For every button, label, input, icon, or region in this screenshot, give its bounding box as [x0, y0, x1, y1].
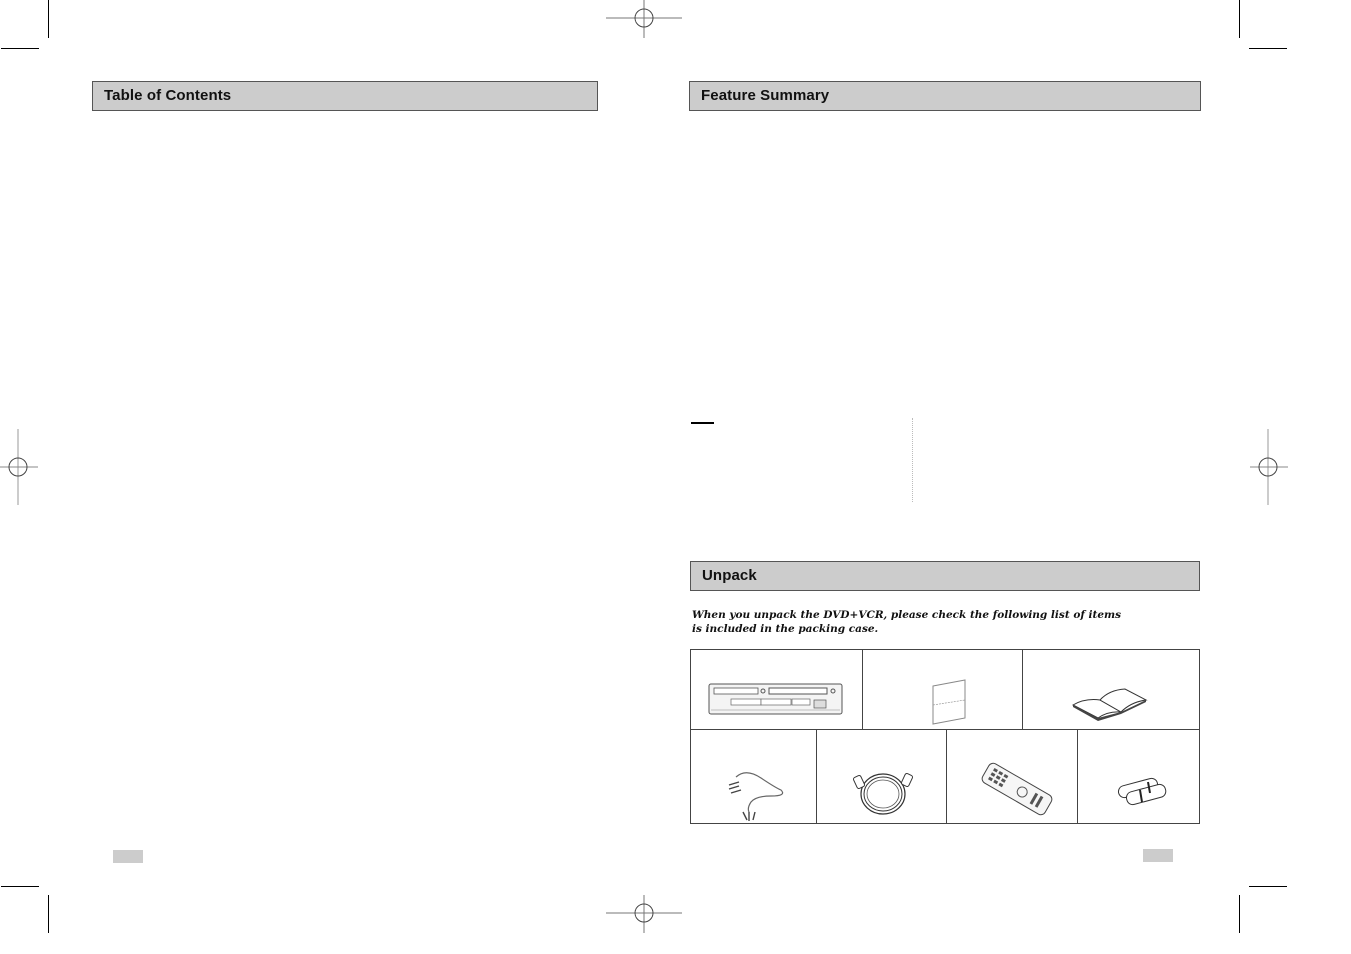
crop-mark [1, 48, 39, 49]
note-rule [691, 422, 714, 424]
batteries-icon [1117, 777, 1167, 806]
crop-mark [1239, 0, 1240, 38]
unpack-item-instruction-sheet [862, 649, 1023, 731]
av-cable-icon [728, 772, 784, 821]
section-title: Table of Contents [104, 87, 232, 104]
unpack-item-batteries [1077, 729, 1200, 824]
registration-mark-icon [606, 895, 682, 933]
registration-mark-icon [1250, 429, 1288, 505]
unpack-item-remote-control [946, 729, 1079, 824]
unpack-intro-text: When you unpack the DVD+VCR, please chec… [692, 609, 1122, 635]
crop-mark [1, 886, 39, 887]
remote-control-icon [981, 762, 1053, 816]
crop-mark [48, 895, 49, 933]
manual-book-icon [1071, 688, 1148, 721]
unpack-item-rf-cable [816, 729, 948, 824]
registration-mark-icon [606, 0, 682, 38]
unpack-item-dvd-vcr [690, 649, 863, 731]
section-header-feature-summary: Feature Summary [689, 81, 1201, 111]
section-title: Feature Summary [701, 87, 830, 104]
section-title: Unpack [702, 567, 757, 584]
page-number-tab [1143, 849, 1173, 862]
unpack-item-av-cable [690, 729, 818, 824]
sheet-icon [932, 679, 966, 725]
section-header-table-of-contents: Table of Contents [92, 81, 598, 111]
page-number-tab [113, 850, 143, 863]
rf-cable-icon [852, 773, 914, 815]
column-divider [912, 418, 913, 502]
section-header-unpack: Unpack [690, 561, 1200, 591]
crop-mark [48, 0, 49, 38]
dvd-vcr-icon [708, 683, 843, 715]
registration-mark-icon [0, 429, 38, 505]
crop-mark [1239, 895, 1240, 933]
crop-mark [1249, 886, 1287, 887]
unpack-item-manual [1022, 649, 1200, 731]
crop-mark [1249, 48, 1287, 49]
